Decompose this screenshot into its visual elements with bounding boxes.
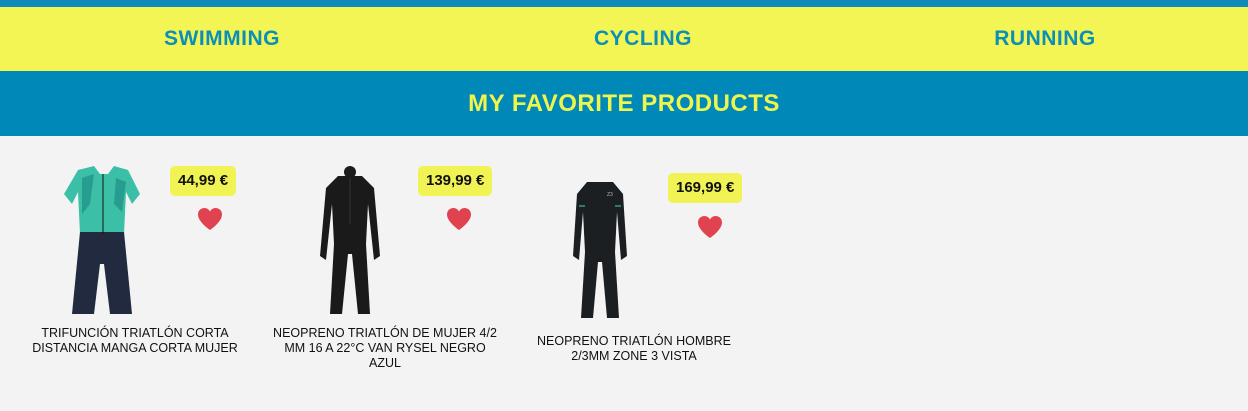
nav-item-running[interactable]: RUNNING: [842, 27, 1248, 51]
product-name[interactable]: NEOPRENO TRIATLÓN DE MUJER 4/2 MM 16 A 2…: [270, 326, 500, 371]
nav-item-swimming[interactable]: SWIMMING: [0, 27, 444, 51]
favorite-heart-icon[interactable]: [697, 215, 723, 239]
nav-item-cycling[interactable]: CYCLING: [444, 27, 842, 51]
trisuit-image[interactable]: [60, 164, 145, 316]
product-card[interactable]: Z3 169,99 € NEOPRENO TRIATLÓN HOMBRE 2/3…: [519, 136, 749, 411]
product-name[interactable]: TRIFUNCIÓN TRIATLÓN CORTA DISTANCIA MANG…: [20, 326, 250, 356]
product-card[interactable]: 139,99 € NEOPRENO TRIATLÓN DE MUJER 4/2 …: [270, 136, 500, 411]
favorites-banner: MY FAVORITE PRODUCTS: [0, 71, 1248, 136]
svg-text:Z3: Z3: [607, 192, 613, 198]
top-accent-bar: [0, 0, 1248, 7]
favorite-heart-icon[interactable]: [197, 207, 223, 231]
price-badge: 169,99 €: [668, 173, 743, 203]
price-badge: 139,99 €: [418, 166, 493, 196]
product-card[interactable]: 44,99 € TRIFUNCIÓN TRIATLÓN CORTA DISTAN…: [20, 136, 250, 411]
mens-wetsuit-image[interactable]: Z3: [571, 176, 629, 321]
category-nav: SWIMMING CYCLING RUNNING: [0, 7, 1248, 71]
price-badge: 44,99 €: [170, 166, 237, 196]
favorite-heart-icon[interactable]: [446, 207, 472, 231]
product-name[interactable]: NEOPRENO TRIATLÓN HOMBRE 2/3MM ZONE 3 VI…: [519, 334, 749, 364]
womens-wetsuit-image[interactable]: [318, 164, 383, 316]
page-title: MY FAVORITE PRODUCTS: [468, 89, 780, 117]
product-list: 44,99 € TRIFUNCIÓN TRIATLÓN CORTA DISTAN…: [0, 136, 1248, 411]
